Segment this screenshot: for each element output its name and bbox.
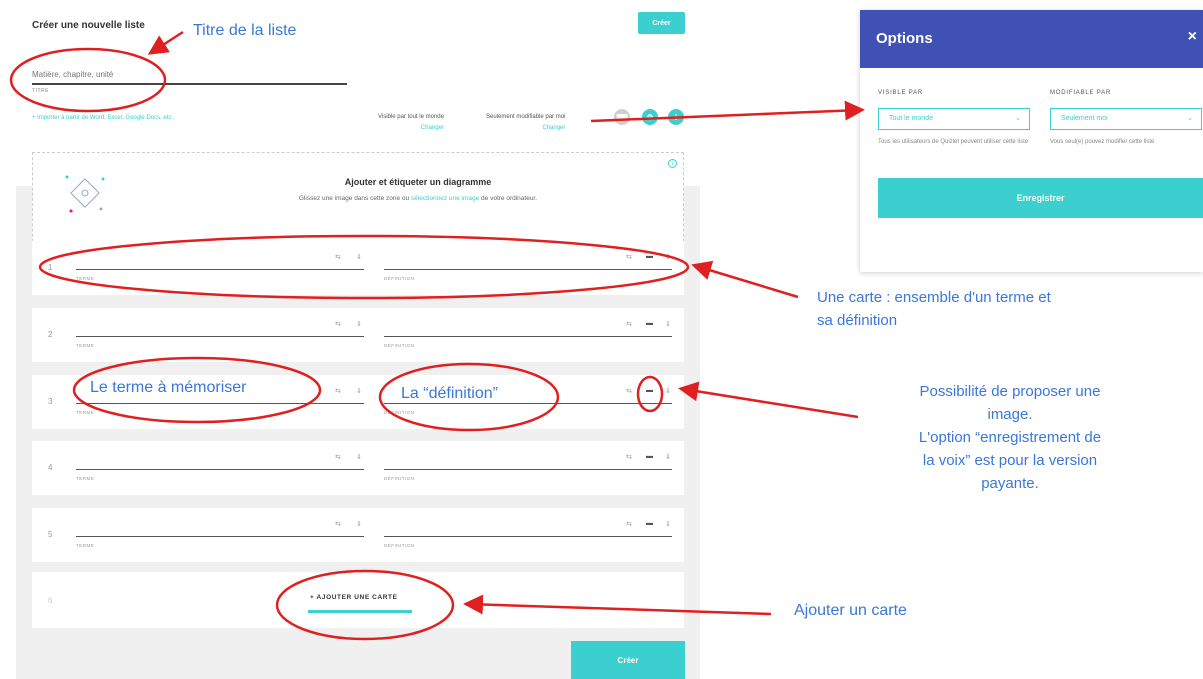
card-highlight-ellipse [38, 234, 690, 300]
image-arrow [678, 381, 859, 419]
add-card-highlight-ellipse [275, 569, 455, 641]
add-card-arrow [463, 594, 772, 616]
title-arrow [147, 30, 184, 55]
definition-highlight-ellipse [378, 362, 560, 432]
term-highlight-ellipse [72, 356, 322, 424]
options-arrow [590, 100, 865, 123]
annotation-overlay [9, 30, 865, 641]
card-arrow [691, 260, 799, 299]
title-highlight-ellipse [9, 47, 167, 113]
image-icon-highlight-ellipse [636, 375, 664, 413]
